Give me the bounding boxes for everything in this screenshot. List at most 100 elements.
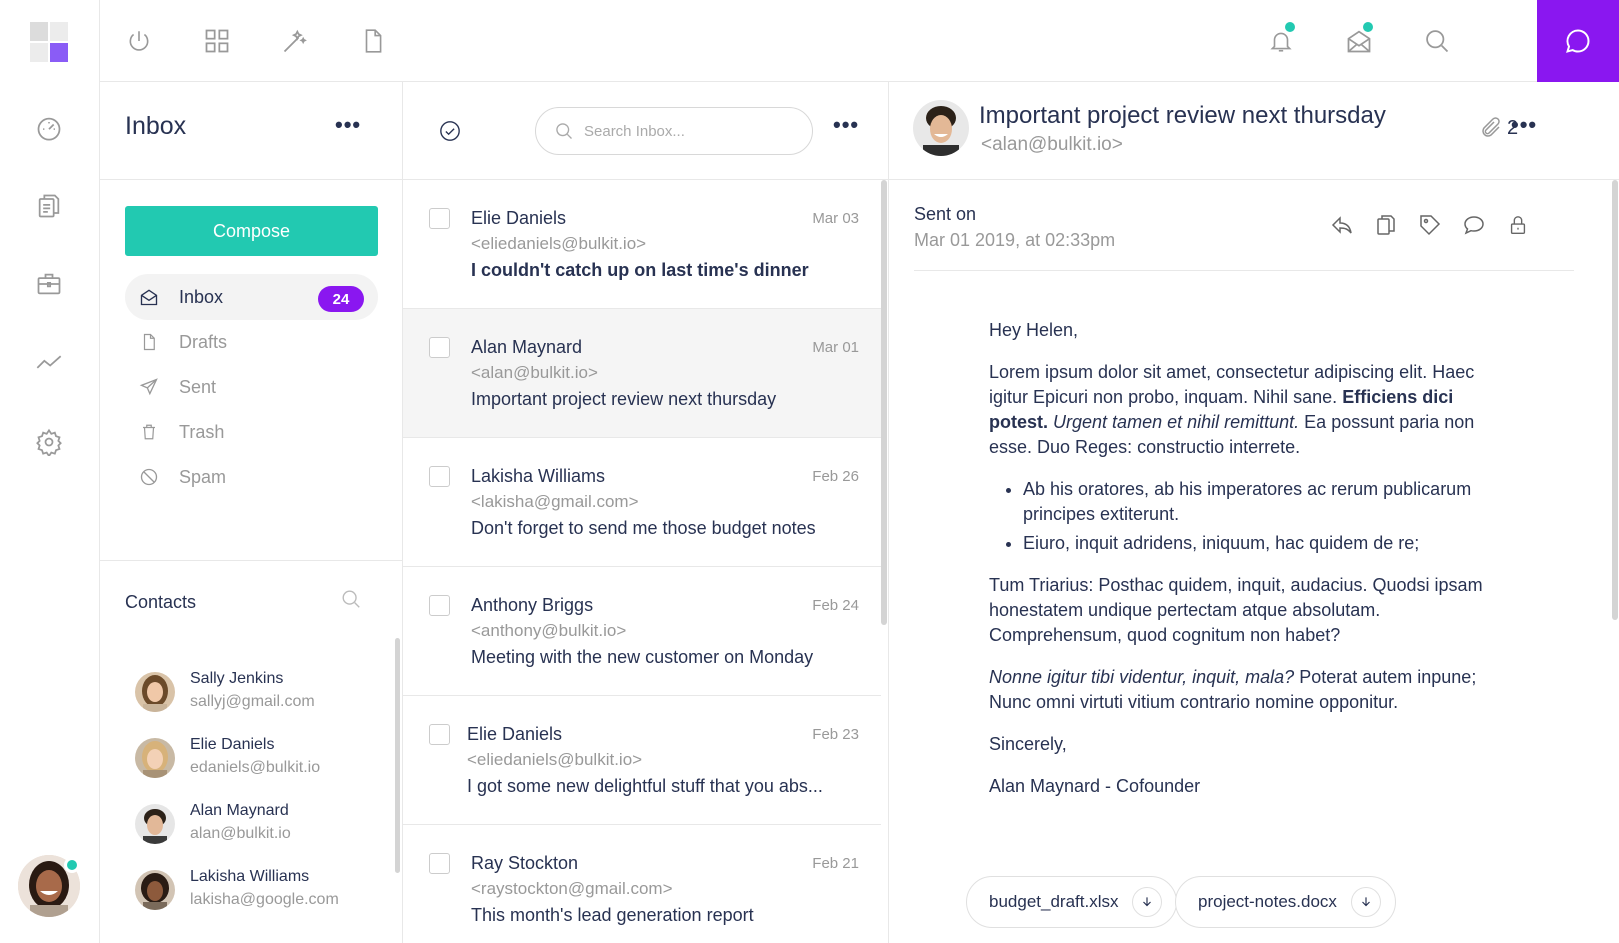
message-sender: Ray Stockton — [471, 853, 579, 873]
message-row[interactable]: Elie Daniels <eliedaniels@bulkit.io> I g… — [403, 696, 881, 825]
message-date: Feb 26 — [812, 468, 859, 485]
message-row[interactable]: Ray Stockton <raystockton@gmail.com> Thi… — [403, 825, 881, 943]
list-menu-button[interactable]: ••• — [833, 114, 859, 136]
notification-dot — [1285, 22, 1295, 32]
message-checkbox[interactable] — [429, 724, 450, 745]
contact-email: sallyj@gmail.com — [190, 693, 315, 710]
contact-name: Elie Daniels — [190, 736, 275, 753]
body-paragraph: Lorem ipsum dolor sit amet, consectetur … — [989, 360, 1509, 460]
folder-item-sent[interactable]: Sent — [125, 364, 378, 410]
message-checkbox[interactable] — [429, 595, 450, 616]
download-icon[interactable] — [1350, 887, 1381, 917]
top-bar — [100, 0, 1619, 82]
copy-icon[interactable] — [1373, 212, 1399, 238]
message-row[interactable]: Lakisha Williams <lakisha@gmail.com> Don… — [403, 438, 881, 567]
contacts-scrollbar[interactable] — [395, 638, 400, 873]
folder-label: Trash — [179, 421, 225, 442]
folder-label: Drafts — [179, 331, 228, 352]
folder-menu-button[interactable]: ••• — [335, 114, 361, 136]
dashboard-icon[interactable] — [35, 114, 63, 142]
documents-icon[interactable] — [35, 192, 63, 220]
analytics-icon[interactable] — [35, 348, 63, 376]
tag-icon[interactable] — [1417, 212, 1443, 238]
power-icon[interactable] — [122, 24, 156, 58]
contact-item[interactable]: Sally Jenkins sallyj@gmail.com — [135, 666, 365, 716]
message-subject-title: Important project review next thursday — [979, 102, 1386, 129]
contact-email: edaniels@bulkit.io — [190, 759, 321, 776]
download-icon[interactable] — [1132, 887, 1163, 917]
folder-header: Inbox ••• — [100, 82, 402, 180]
contact-name: Alan Maynard — [190, 802, 289, 819]
message-checkbox[interactable] — [429, 337, 450, 358]
message-date: Feb 24 — [812, 597, 859, 614]
message-list: ••• Elie Daniels <eliedaniels@bulkit.io>… — [403, 82, 889, 943]
trash-icon — [139, 422, 159, 442]
list-scrollbar[interactable] — [881, 180, 887, 625]
contacts-title: Contacts — [125, 592, 197, 612]
folder-item-trash[interactable]: Trash — [125, 409, 378, 455]
select-all-icon[interactable] — [439, 120, 461, 147]
reply-icon[interactable] — [1329, 212, 1355, 238]
contact-item[interactable]: Lakisha Williams lakisha@google.com — [135, 864, 365, 914]
search-icon[interactable] — [1420, 24, 1454, 58]
message-subject: This month's lead generation report — [471, 905, 754, 925]
folder-label: Inbox — [179, 286, 224, 307]
message-email: <lakisha@gmail.com> — [471, 492, 639, 511]
message-email: <eliedaniels@bulkit.io> — [471, 234, 647, 253]
message-subject: Meeting with the new customer on Monday — [471, 647, 814, 667]
message-sender: Elie Daniels — [471, 208, 567, 228]
search-icon — [556, 123, 572, 139]
reader-menu-button[interactable]: ••• — [1511, 114, 1537, 136]
attachment-chip[interactable]: project-notes.docx — [1175, 876, 1396, 928]
settings-icon[interactable] — [35, 428, 63, 456]
folder-item-spam[interactable]: Spam — [125, 454, 378, 500]
contacts-search-icon[interactable] — [340, 588, 362, 615]
signature: Alan Maynard - Cofounder — [989, 776, 1201, 796]
message-email: <eliedaniels@bulkit.io> — [467, 750, 643, 769]
compose-button[interactable]: Compose — [125, 206, 378, 256]
search-input[interactable] — [584, 122, 784, 140]
message-email: <raystockton@gmail.com> — [471, 879, 673, 898]
folder-item-inbox[interactable]: Inbox 24 — [125, 274, 378, 320]
inbox-icon — [139, 287, 159, 307]
message-checkbox[interactable] — [429, 466, 450, 487]
lock-icon[interactable] — [1505, 212, 1531, 238]
app-logo[interactable] — [30, 22, 68, 62]
icon-rail — [0, 0, 100, 943]
sent-label: Sent on — [914, 204, 977, 224]
block-icon — [139, 467, 159, 487]
grid-icon[interactable] — [200, 24, 234, 58]
briefcase-icon[interactable] — [35, 270, 63, 298]
message-reader: Important project review next thursday <… — [889, 82, 1619, 943]
contact-item[interactable]: Elie Daniels edaniels@bulkit.io — [135, 732, 365, 782]
message-subject: I couldn't catch up on last time's dinne… — [471, 260, 809, 280]
divider — [100, 560, 403, 561]
chat-button[interactable] — [1537, 0, 1619, 82]
comment-icon[interactable] — [1461, 212, 1487, 238]
message-checkbox[interactable] — [429, 208, 450, 229]
message-row[interactable]: Elie Daniels <eliedaniels@bulkit.io> I c… — [403, 180, 881, 309]
file-icon — [139, 332, 159, 352]
folder-item-drafts[interactable]: Drafts — [125, 319, 378, 365]
magic-wand-icon[interactable] — [278, 24, 312, 58]
message-subject: Don't forget to send me those budget not… — [471, 518, 816, 538]
file-icon[interactable] — [356, 24, 390, 58]
message-row[interactable]: Anthony Briggs <anthony@bulkit.io> Meeti… — [403, 567, 881, 696]
message-checkbox[interactable] — [429, 853, 450, 874]
contact-item[interactable]: Alan Maynard alan@bulkit.io — [135, 798, 365, 848]
unread-count-badge: 24 — [318, 286, 364, 312]
list-header: ••• — [403, 82, 888, 180]
message-email: <anthony@bulkit.io> — [471, 621, 627, 640]
mail-dot — [1363, 22, 1373, 32]
attachment-chip[interactable]: budget_draft.xlsx — [966, 876, 1178, 928]
contact-avatar — [135, 870, 175, 910]
message-email: <alan@bulkit.io> — [471, 363, 598, 382]
online-status-dot — [64, 857, 80, 873]
message-sender: Elie Daniels — [467, 724, 563, 744]
message-sender: Alan Maynard — [471, 337, 583, 357]
folder-label: Sent — [179, 376, 217, 397]
body-text-italic: Urgent tamen et nihil remittunt. — [1053, 412, 1300, 432]
reader-scrollbar[interactable] — [1612, 180, 1618, 620]
search-box[interactable] — [535, 107, 813, 155]
message-row[interactable]: Alan Maynard <alan@bulkit.io> Important … — [403, 309, 881, 438]
